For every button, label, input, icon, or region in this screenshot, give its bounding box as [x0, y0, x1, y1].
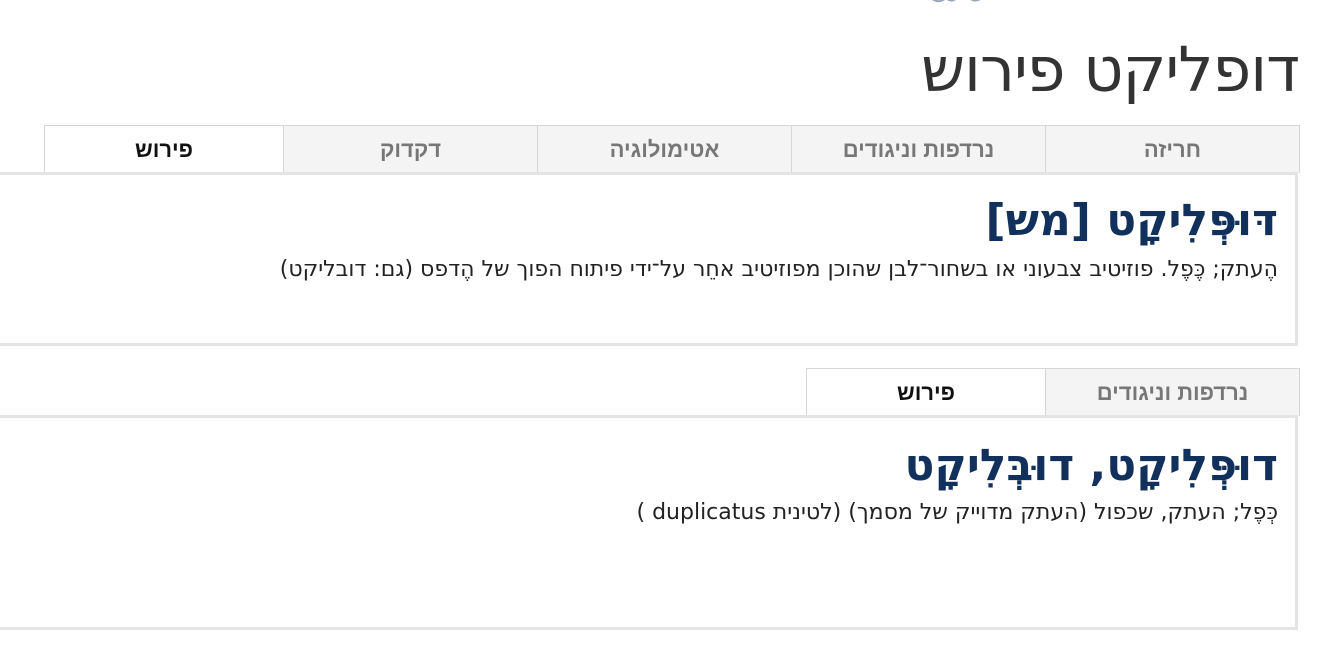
entry-1-tabs: פירוש דקדוק אטימולוגיה נרדפות וניגודים ח…: [44, 125, 1300, 174]
tab-definition[interactable]: פירוש: [44, 125, 284, 174]
site-logo-icon: [932, 0, 981, 3]
tab-synonyms-antonyms[interactable]: נרדפות וניגודים: [791, 125, 1046, 173]
tab-grammar[interactable]: דקדוק: [283, 125, 538, 173]
entry-definition: הֶעתק; כֶּפֶל. פוזיטיב צבעוני או בשחור־ל…: [279, 257, 1278, 282]
tab-etymology[interactable]: אטימולוגיה: [537, 125, 792, 173]
entry-1-panel: דּוּפְּלִיקָט [מש] הֶעתק; כֶּפֶל. פוזיטי…: [0, 172, 1298, 346]
entry-2-tabs: פירוש נרדפות וניגודים: [806, 368, 1300, 417]
entry-headword: דוּפְּלִיקָט, דוּבְּלִיקָט: [904, 440, 1278, 491]
entry-2-panel: דוּפְּלִיקָט, דוּבְּלִיקָט כְּפֶל; העתק,…: [0, 415, 1298, 630]
tab-synonyms-antonyms[interactable]: נרדפות וניגודים: [1045, 368, 1300, 416]
entry-headword: דּוּפְּלִיקָט [מש]: [985, 195, 1278, 246]
dictionary-page: דופליקט פירוש פירוש דקדוק אטימולוגיה נרד…: [0, 0, 1317, 651]
tab-rhymes[interactable]: חריזה: [1045, 125, 1300, 173]
page-title: דופליקט פירוש: [921, 33, 1300, 106]
entry-definition: כְּפֶל; העתק, שכפול (העתק מדוייק של מסמך…: [636, 500, 1279, 525]
tab-definition[interactable]: פירוש: [806, 368, 1046, 417]
